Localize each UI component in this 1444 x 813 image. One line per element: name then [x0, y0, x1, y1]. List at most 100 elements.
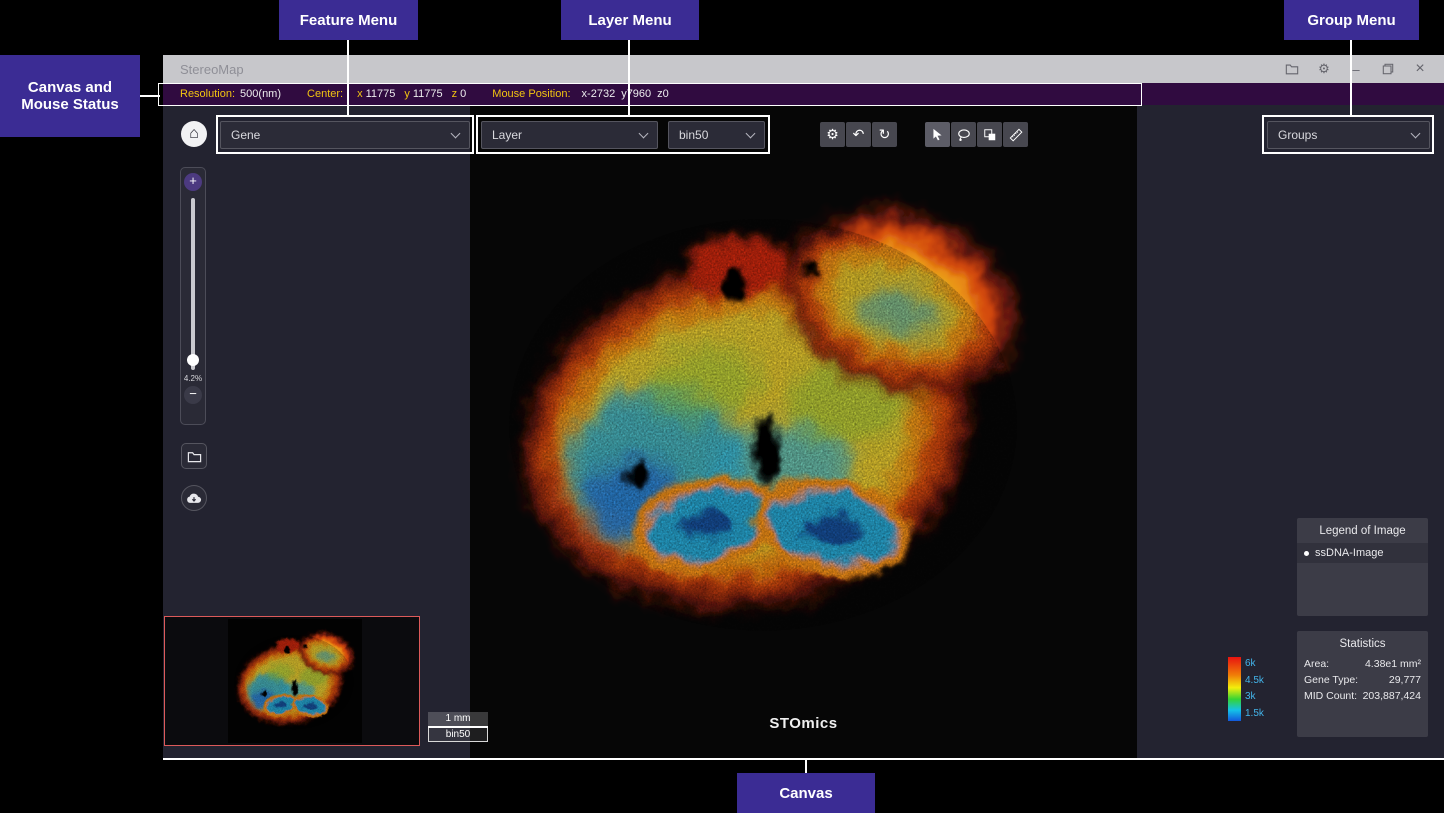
- folder-icon: [187, 449, 202, 464]
- app-window: StereoMap ⚙ – × Resolution: 500(nm) Cent…: [163, 55, 1444, 760]
- bin-dropdown-label: bin50: [679, 128, 708, 142]
- center-x-axis: x: [357, 88, 363, 100]
- leader-line-canvas: [805, 759, 807, 773]
- zoom-slider-knob[interactable]: [187, 354, 199, 366]
- resolution-label: Resolution:: [180, 88, 235, 100]
- title-bar[interactable]: StereoMap ⚙ – ×: [163, 55, 1444, 83]
- colorbar-tick: 4.5k: [1245, 675, 1264, 686]
- export-download-button[interactable]: [181, 485, 207, 511]
- cursor-arrow-icon: [931, 128, 944, 141]
- screenshot-stage: StereoMap ⚙ – × Resolution: 500(nm) Cent…: [0, 0, 1444, 813]
- center-z-value: 0: [460, 88, 466, 100]
- mouse-z-value: 0: [663, 88, 669, 100]
- legend-empty-space: [1297, 563, 1428, 615]
- feature-menu-dropdown-label: Gene: [231, 128, 260, 142]
- mouse-position-label: Mouse Position:: [492, 88, 570, 100]
- colorbar-labels: 6k 4.5k 3k 1.5k: [1245, 657, 1264, 719]
- mouse-y-value: 7960: [627, 88, 651, 100]
- annotation-feature-menu: Feature Menu: [279, 0, 418, 40]
- group-menu-dropdown[interactable]: Groups: [1267, 121, 1430, 149]
- minimap-overview[interactable]: [164, 616, 420, 746]
- legend-panel-title: Legend of Image: [1297, 518, 1428, 543]
- resolution-value: 500(nm): [240, 88, 281, 100]
- canvas-settings-toolbar: ⚙ ↶ ↻: [820, 122, 897, 147]
- undo-icon: ↶: [853, 126, 865, 143]
- canvas-bottom-annotation-line: [163, 758, 1444, 760]
- close-button[interactable]: ×: [1412, 61, 1428, 77]
- zoom-in-button[interactable]: +: [184, 173, 202, 191]
- leader-line-status: [140, 95, 160, 97]
- colorbar-tick: 1.5k: [1245, 708, 1264, 719]
- leader-line-group-menu: [1350, 40, 1352, 116]
- window-title: StereoMap: [180, 62, 1284, 77]
- main-content: ⌂ Gene + 4.2% −: [163, 105, 1444, 760]
- pointer-select-button[interactable]: [925, 122, 950, 147]
- selection-toolbar: [925, 122, 1028, 147]
- layer-menu-dropdown[interactable]: Layer: [481, 121, 658, 149]
- feature-menu-dropdown[interactable]: Gene: [220, 121, 470, 149]
- measure-ruler-button[interactable]: [1003, 122, 1028, 147]
- ruler-icon: [1009, 128, 1023, 142]
- leader-line-feature-menu: [347, 40, 349, 116]
- legend-item-ssdna[interactable]: ssDNA-Image: [1297, 543, 1428, 563]
- statistics-panel-title: Statistics: [1297, 631, 1428, 656]
- open-file-icon[interactable]: [1284, 61, 1300, 77]
- feature-panel: ⌂ Gene + 4.2% −: [163, 105, 470, 760]
- mouse-x-value: -2732: [587, 88, 615, 100]
- zoom-percent: 4.2%: [184, 374, 202, 383]
- image-canvas[interactable]: Layer bin50 ⚙ ↶ ↻: [470, 105, 1137, 760]
- minimap-tissue-thumbnail: [232, 628, 358, 734]
- overlap-rectangles-icon: [983, 128, 997, 142]
- legend-of-image-panel: Legend of Image ssDNA-Image: [1297, 518, 1428, 616]
- legend-item-label: ssDNA-Image: [1315, 547, 1383, 559]
- canvas-settings-button[interactable]: ⚙: [820, 122, 845, 147]
- stat-label: Area:: [1304, 658, 1329, 670]
- annotation-canvas-mouse-status: Canvas and Mouse Status: [0, 55, 140, 137]
- zoom-slider-track[interactable]: [191, 198, 195, 370]
- minimap-image-area: [228, 619, 362, 743]
- lasso-icon: [957, 128, 971, 142]
- settings-gear-icon[interactable]: ⚙: [1316, 61, 1332, 77]
- colorbar-tick: 6k: [1245, 658, 1264, 669]
- annotation-group-menu: Group Menu: [1284, 0, 1419, 40]
- undo-button[interactable]: ↶: [846, 122, 871, 147]
- center-z-axis: z: [452, 88, 458, 100]
- maximize-button[interactable]: [1380, 61, 1396, 77]
- redo-icon: ↻: [879, 126, 891, 143]
- lasso-select-button[interactable]: [951, 122, 976, 147]
- canvas-mouse-status-bar: Resolution: 500(nm) Center: x 11775 y 11…: [163, 83, 1444, 105]
- stat-label: MID Count:: [1304, 690, 1357, 702]
- center-y-axis: y: [404, 88, 410, 100]
- gear-icon: ⚙: [826, 126, 839, 143]
- zoom-out-button[interactable]: −: [184, 386, 202, 404]
- rectangle-select-button[interactable]: [977, 122, 1002, 147]
- bin-size-dropdown[interactable]: bin50: [668, 121, 765, 149]
- redo-button[interactable]: ↻: [872, 122, 897, 147]
- stat-row-mid-count: MID Count: 203,887,424: [1297, 688, 1428, 704]
- center-label: Center:: [307, 88, 343, 100]
- open-folder-button[interactable]: [181, 443, 207, 469]
- home-icon: ⌂: [189, 125, 199, 143]
- leader-line-layer-menu: [628, 40, 630, 116]
- stat-row-gene-type: Gene Type: 29,777: [1297, 672, 1428, 688]
- center-x-value: 11775: [366, 88, 396, 100]
- center-y-value: 11775: [413, 88, 443, 100]
- legend-dot-icon: [1304, 551, 1309, 556]
- stomics-watermark: STOmics: [470, 715, 1137, 732]
- annotation-canvas: Canvas: [737, 773, 875, 813]
- cloud-download-icon: [186, 491, 202, 505]
- chevron-down-icon: [451, 128, 461, 138]
- chevron-down-icon: [639, 128, 649, 138]
- groups-panel: Groups Legend of Image ssDNA-Image 6k: [1137, 105, 1444, 760]
- stat-value: 29,777: [1389, 674, 1421, 686]
- tissue-heatmap-image: [500, 190, 1035, 650]
- scale-bar: 1 mm bin50: [428, 712, 488, 742]
- chevron-down-icon: [746, 128, 756, 138]
- home-button[interactable]: ⌂: [181, 121, 207, 147]
- statistics-panel: Statistics Area: 4.38e1 mm² Gene Type: 2…: [1297, 631, 1428, 737]
- heatmap-colorbar: 6k 4.5k 3k 1.5k: [1228, 657, 1264, 721]
- annotation-layer-menu: Layer Menu: [561, 0, 699, 40]
- layer-dropdown-label: Layer: [492, 128, 522, 142]
- stat-value: 4.38e1 mm²: [1365, 658, 1421, 670]
- scale-bar-bin: bin50: [428, 728, 488, 742]
